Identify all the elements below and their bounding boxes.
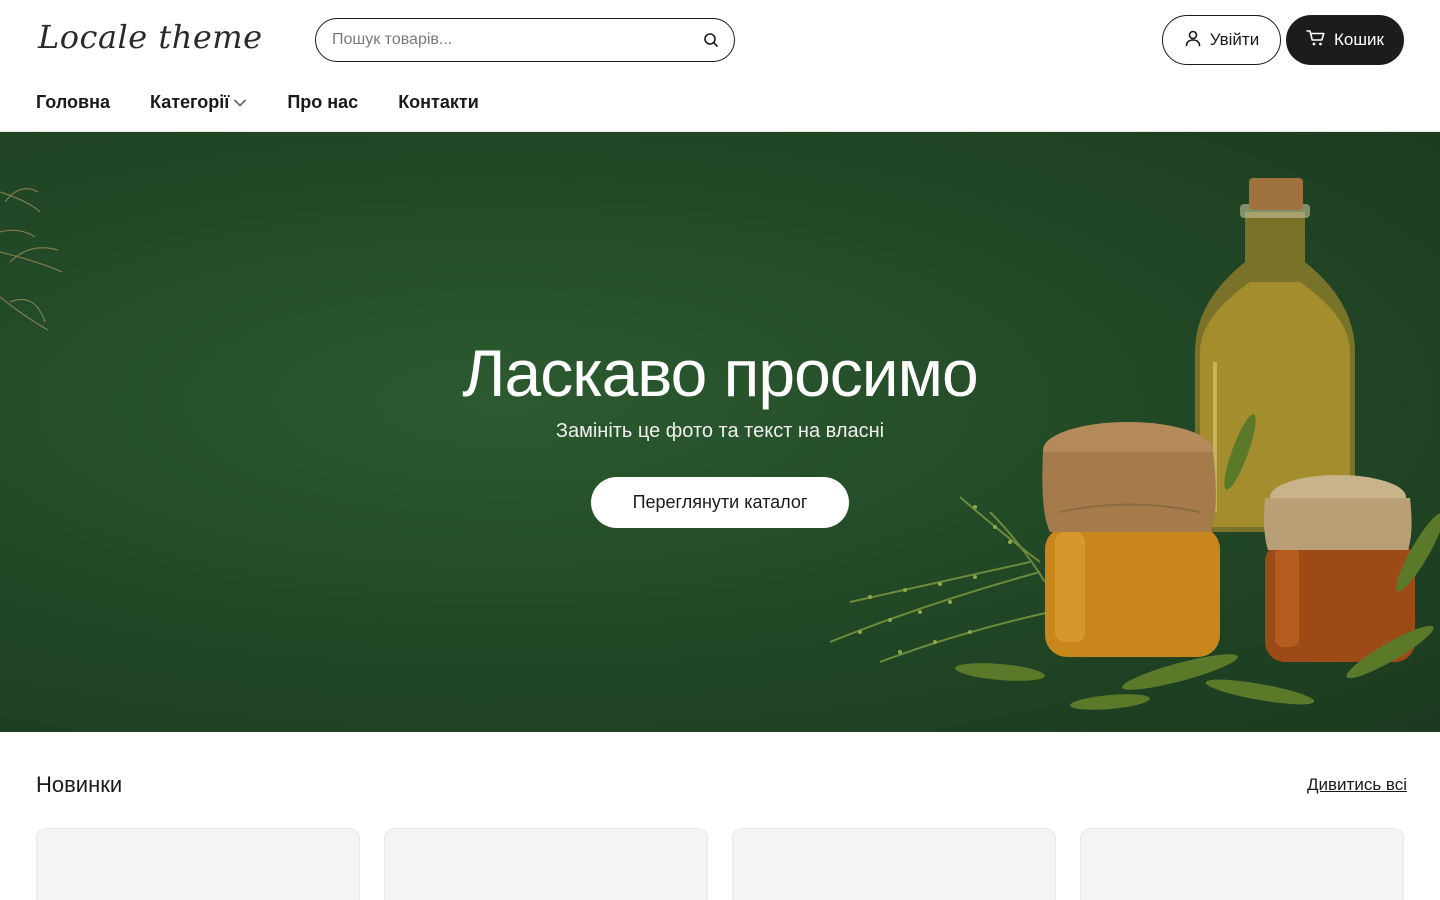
see-all-link[interactable]: Дивитись всі [1307,775,1407,795]
nav-item-label: Про нас [287,92,359,112]
user-icon [1184,29,1202,52]
product-card[interactable] [1080,828,1404,900]
browse-catalog-button[interactable]: Переглянути каталог [591,477,849,528]
new-arrivals-title: Новинки [36,772,123,797]
hero-banner: Ласкаво просимо Замініть це фото та текс… [0,132,1440,732]
nav-item-label: Категорії [150,92,230,112]
logo[interactable]: Locale theme [38,18,263,56]
hero-title: Ласкаво просимо [462,336,979,410]
product-card[interactable] [384,828,708,900]
product-cards [36,828,1404,900]
hero-subtitle: Замініть це фото та текст на власні [555,420,885,442]
login-button[interactable]: Увійти [1162,15,1281,65]
search-icon[interactable] [702,31,720,49]
site-header: Locale theme Увійти Кошик Головна Катего… [0,0,1440,132]
nav-item-contacts[interactable]: Контакти [398,92,479,113]
login-label: Увійти [1209,30,1260,49]
nav-item-label: Головна [36,92,110,112]
product-card[interactable] [732,828,1056,900]
search-input[interactable] [332,31,702,49]
nav-item-home[interactable]: Головна [36,92,110,113]
search-bar[interactable] [315,18,735,62]
nav-item-categories[interactable]: Категорії [150,92,247,113]
cart-button[interactable]: Кошик [1286,15,1404,65]
cart-label: Кошик [1334,30,1384,49]
nav-item-about[interactable]: Про нас [287,92,358,113]
cart-icon [1306,29,1326,52]
chevron-down-icon [233,92,247,113]
main-nav: Головна Категорії Про нас Контакти [36,92,479,113]
product-card[interactable] [36,828,360,900]
nav-item-label: Контакти [398,92,479,112]
